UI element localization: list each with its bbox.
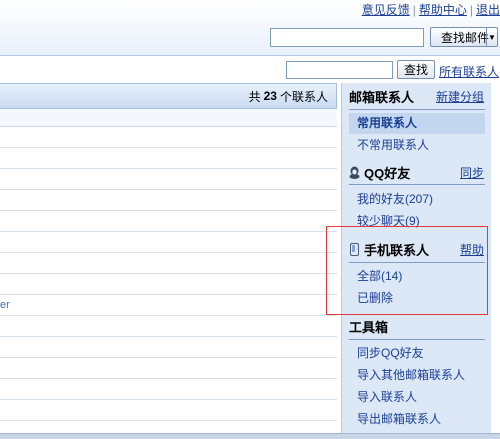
bottom-scrollbar[interactable]	[0, 433, 500, 439]
phone-contacts-title: 手机联系人	[364, 242, 430, 258]
feedback-link[interactable]: 意见反馈	[362, 3, 410, 17]
count-suffix: 个联系人	[279, 89, 328, 104]
mail-search-input[interactable]	[270, 28, 424, 47]
phone-contacts-header: 手机联系人 帮助	[342, 237, 492, 261]
phone-icon	[350, 243, 359, 256]
table-row[interactable]	[0, 316, 337, 337]
sidebar-item-deleted[interactable]: 已删除	[349, 288, 485, 309]
mail-search-button-label: 查找邮件	[441, 30, 490, 45]
divider	[349, 339, 485, 340]
help-center-link[interactable]: 帮助中心	[419, 3, 467, 17]
table-row[interactable]	[0, 232, 337, 253]
table-row[interactable]	[0, 127, 337, 148]
contact-groups-sidebar: 邮箱联系人 新建分组 常用联系人 不常用联系人 QQ好友 同步 我的好友(207…	[341, 83, 491, 439]
table-row[interactable]	[0, 274, 337, 295]
new-group-link[interactable]: 新建分组	[436, 88, 484, 105]
logout-link[interactable]: 退出	[476, 3, 500, 17]
mailbox-contacts-header: 邮箱联系人 新建分组	[342, 84, 492, 108]
table-row[interactable]: er	[0, 295, 337, 316]
table-row[interactable]	[0, 169, 337, 190]
divider	[349, 184, 485, 185]
table-row[interactable]	[0, 148, 337, 169]
table-row[interactable]	[0, 379, 337, 400]
table-row[interactable]	[0, 211, 337, 232]
sidebar-item-less-chat[interactable]: 较少聊天(9)	[349, 211, 485, 232]
qq-penguin-icon	[349, 166, 360, 179]
sidebar-item-export-contacts[interactable]: 导出邮箱联系人	[349, 409, 485, 430]
table-row[interactable]	[0, 253, 337, 274]
sidebar-item-sync-qq[interactable]: 同步QQ好友	[349, 343, 485, 364]
contact-search-button[interactable]: 查找	[397, 60, 435, 79]
contact-count: 23	[263, 89, 277, 103]
table-row[interactable]	[0, 190, 337, 211]
sidebar-item-my-friends[interactable]: 我的好友(207)	[349, 189, 485, 210]
contact-rows: er	[0, 127, 337, 439]
table-row[interactable]	[0, 337, 337, 358]
phone-help-link[interactable]: 帮助	[460, 241, 484, 258]
toolbox-header: 工具箱	[342, 314, 492, 338]
divider	[349, 262, 485, 263]
count-prefix: 共	[248, 89, 261, 104]
top-links: 意见反馈 | 帮助中心 | 退出	[361, 3, 500, 17]
sidebar-item-frequent-contacts[interactable]: 常用联系人	[349, 113, 485, 134]
list-column-header	[0, 109, 337, 127]
all-contacts-link[interactable]: 所有联系人	[439, 63, 499, 80]
dropdown-caret-icon[interactable]: ▼	[486, 28, 497, 46]
sidebar-item-import-contacts[interactable]: 导入联系人	[349, 387, 485, 408]
toolbox-title: 工具箱	[349, 319, 389, 335]
table-row[interactable]	[0, 358, 337, 379]
qq-sync-link[interactable]: 同步	[460, 164, 484, 181]
top-bar: 意见反馈 | 帮助中心 | 退出 查找邮件 ▼	[0, 0, 500, 56]
contact-search-input[interactable]	[286, 61, 393, 79]
table-row[interactable]	[0, 400, 337, 421]
row-name-fragment[interactable]: er	[0, 299, 10, 311]
mailbox-contacts-title: 邮箱联系人	[349, 89, 415, 105]
contact-list-header: 共 23 个联系人	[0, 83, 337, 109]
sidebar-item-all-phone[interactable]: 全部(14)	[349, 266, 485, 287]
sidebar-item-import-other-mailbox[interactable]: 导入其他邮箱联系人	[349, 365, 485, 386]
qq-friends-title: QQ好友	[364, 165, 411, 181]
sidebar-item-infrequent-contacts[interactable]: 不常用联系人	[349, 135, 485, 156]
mail-search-button[interactable]: 查找邮件 ▼	[430, 27, 498, 47]
qq-friends-header: QQ好友 同步	[342, 160, 492, 184]
divider	[349, 109, 485, 110]
